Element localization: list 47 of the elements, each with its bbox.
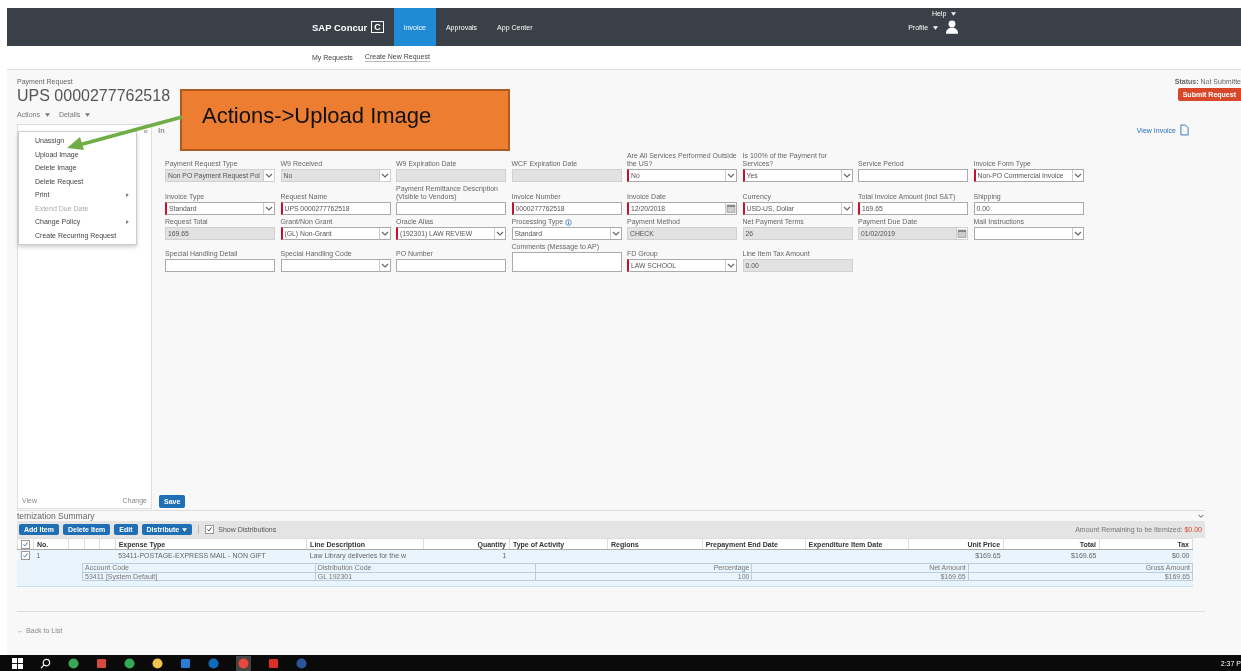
input-field[interactable] [396, 202, 506, 216]
callout: Actions->Upload Image [180, 89, 510, 151]
checkbox[interactable] [205, 525, 215, 534]
search-icon[interactable] [40, 657, 51, 669]
checkbox[interactable] [20, 550, 30, 560]
input-field[interactable] [858, 169, 968, 183]
chevron-down-icon [840, 170, 852, 182]
form-tab[interactable]: In [158, 125, 165, 135]
dropdown-field[interactable] [973, 227, 1084, 241]
avatar-icon[interactable] [946, 20, 958, 34]
page-title: UPS 0000277762518 [17, 87, 171, 105]
input-field[interactable] [165, 259, 275, 273]
submenu-arrow-icon [126, 219, 129, 224]
caret-icon [951, 12, 957, 17]
submenu-arrow-icon [126, 192, 129, 197]
caret-icon [85, 113, 91, 118]
chevron-down-icon [725, 260, 736, 272]
chevron-down-icon [263, 203, 274, 215]
calendar-icon[interactable] [725, 203, 736, 215]
chevron-down-icon [1071, 228, 1083, 240]
app-icon[interactable] [68, 657, 79, 669]
chevron-down-icon [263, 170, 274, 182]
input-field[interactable] [396, 259, 506, 273]
app-icon[interactable] [152, 657, 163, 669]
chevron-down-icon[interactable] [1197, 512, 1205, 520]
logo[interactable]: SAP Concur C [312, 8, 384, 46]
section-title: temization Summary [17, 511, 95, 521]
document-icon [1180, 124, 1189, 136]
checkbox[interactable] [21, 539, 30, 549]
caret-icon [44, 113, 50, 118]
info-icon[interactable] [565, 218, 573, 226]
chevron-down-icon [494, 228, 505, 240]
chevron-down-icon [378, 228, 390, 240]
chevron-down-icon [840, 203, 852, 215]
caret-icon [933, 25, 938, 30]
chevron-down-icon [609, 228, 621, 240]
text-area[interactable] [511, 252, 622, 273]
app-icon[interactable] [236, 655, 251, 671]
chevron-down-icon [725, 170, 736, 182]
chevron-down-icon [378, 170, 390, 182]
chevron-down-icon [1071, 170, 1083, 182]
dropdown-field[interactable] [280, 259, 391, 273]
caret-icon [182, 527, 188, 532]
chevron-down-icon [378, 260, 390, 272]
windows-icon[interactable] [12, 657, 23, 669]
collapse-button[interactable]: « [143, 127, 148, 136]
app-icon[interactable] [124, 657, 135, 669]
